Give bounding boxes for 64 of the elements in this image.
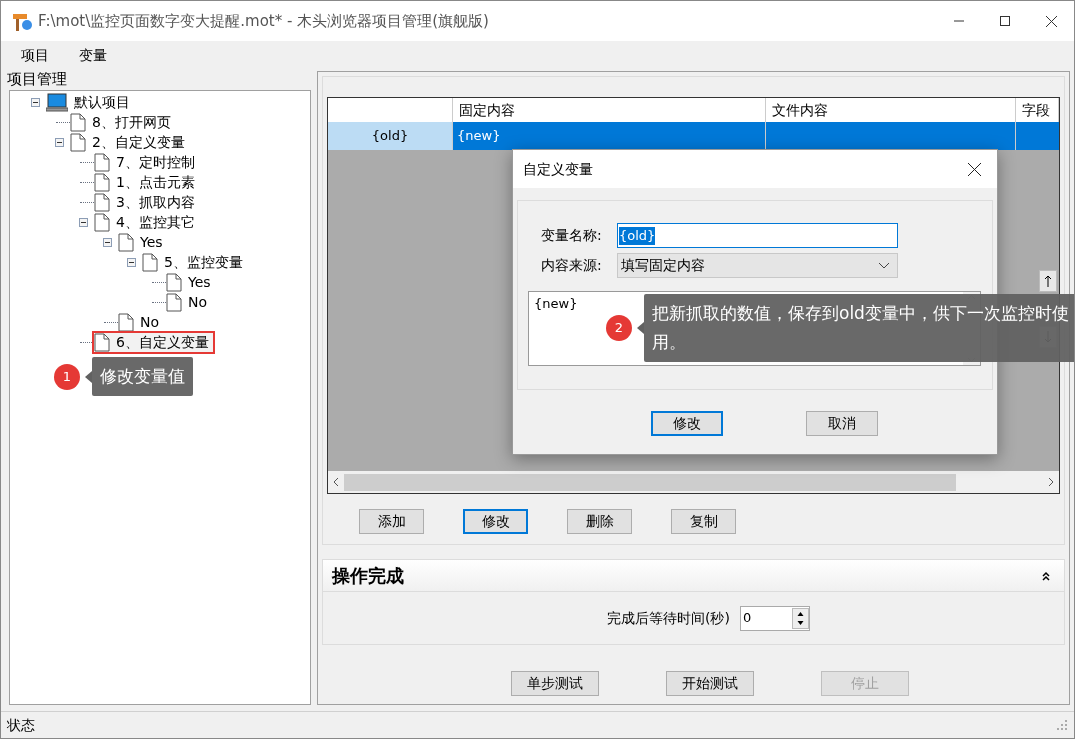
tree-item[interactable]: Yes (118, 232, 167, 252)
spinner-arrows-icon[interactable] (791, 607, 809, 629)
test-button[interactable]: 单步测试 (510, 671, 599, 696)
page-icon (70, 132, 86, 152)
content-source-dropdown[interactable]: 填写固定内容 (617, 253, 898, 278)
tree-item[interactable]: 3、抓取内容 (94, 192, 199, 212)
collapse-icon[interactable] (102, 237, 112, 247)
dialog-button[interactable]: 修改 (651, 411, 723, 436)
move-up-icon[interactable] (1039, 270, 1057, 292)
page-icon (94, 152, 110, 172)
grid-row[interactable]: {old} {new} (328, 122, 1059, 150)
callout-tooltip: 修改变量值 (92, 357, 193, 396)
chevron-down-icon (878, 261, 890, 270)
callout-tooltip: 把新抓取的数值，保存到old变量中，供下一次监控时使用。 (644, 294, 1074, 362)
grid-action-button[interactable]: 删除 (567, 509, 632, 534)
page-icon (94, 172, 110, 192)
callout-pointer-icon (637, 322, 644, 334)
variable-name-field[interactable]: {old} (617, 223, 898, 248)
panel-title: 项目管理 (7, 69, 68, 90)
page-icon (94, 212, 110, 232)
menu-item[interactable]: 项目 (11, 44, 59, 66)
collapse-icon[interactable] (30, 97, 40, 107)
tree-item[interactable]: No (166, 292, 212, 312)
tree-item[interactable]: Yes (166, 272, 215, 292)
horizontal-scrollbar[interactable] (328, 471, 1059, 493)
name-label: 变量名称: (541, 226, 603, 245)
collapse-icon[interactable] (78, 217, 88, 227)
status-text: 状态 (7, 715, 35, 735)
grid-action-button[interactable]: 修改 (463, 509, 528, 534)
test-button[interactable]: 开始测试 (665, 671, 754, 696)
page-icon (70, 112, 86, 132)
close-icon[interactable] (968, 162, 981, 176)
callout-pointer-icon (85, 370, 92, 383)
tree-item[interactable]: No (118, 312, 164, 332)
section-title: 操作完成 (332, 564, 404, 588)
tree-item[interactable]: 1、点击元素 (94, 172, 199, 192)
page-icon (118, 232, 134, 252)
page-icon (94, 192, 110, 212)
page-icon (166, 292, 182, 312)
collapse-icon[interactable] (1041, 570, 1051, 581)
dialog-title: 自定义变量 (523, 159, 593, 179)
tree-item[interactable]: 6、自定义变量 (94, 332, 213, 352)
wait-time-label: 完成后等待时间(秒) (607, 608, 730, 628)
source-label: 内容来源: (541, 256, 603, 275)
page-icon (94, 332, 110, 352)
tree-item[interactable]: 4、监控其它 (94, 212, 199, 232)
tree-item[interactable]: 默认项目 (46, 92, 134, 112)
resize-grip-icon[interactable] (1056, 719, 1068, 731)
collapse-icon[interactable] (54, 137, 64, 147)
page-icon (166, 272, 182, 292)
tree-item[interactable]: 2、自定义变量 (70, 132, 189, 152)
window-title: F:\mot\监控页面数字变大提醒.mot* - 木头浏览器项目管理(旗舰版) (38, 10, 489, 32)
grid-action-button[interactable]: 添加 (359, 509, 424, 534)
menu-item[interactable]: 变量 (69, 44, 117, 66)
dialog-button[interactable]: 取消 (806, 411, 878, 436)
page-icon (142, 252, 158, 272)
page-icon (118, 312, 134, 332)
tree-item[interactable]: 8、打开网页 (70, 112, 175, 132)
tree-item[interactable]: 5、监控变量 (142, 252, 247, 272)
row-header: {old} (328, 122, 453, 150)
collapse-icon[interactable] (126, 257, 136, 267)
wait-time-spinner[interactable]: 0 (739, 605, 810, 631)
grid-action-button[interactable]: 复制 (671, 509, 736, 534)
tree-item[interactable]: 7、定时控制 (94, 152, 199, 172)
